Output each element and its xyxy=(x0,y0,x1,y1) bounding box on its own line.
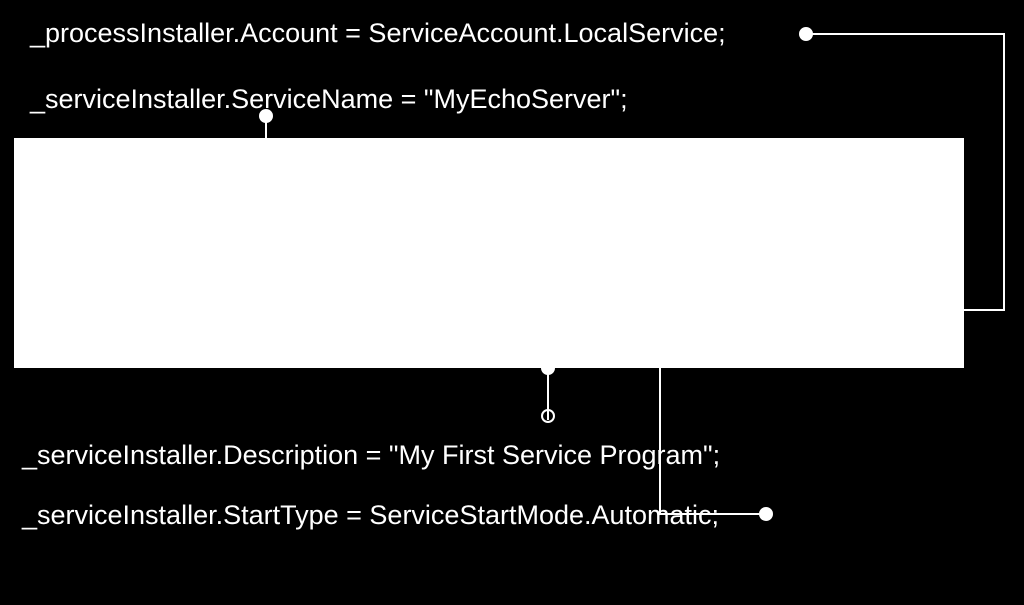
connector-lines xyxy=(0,0,1024,605)
